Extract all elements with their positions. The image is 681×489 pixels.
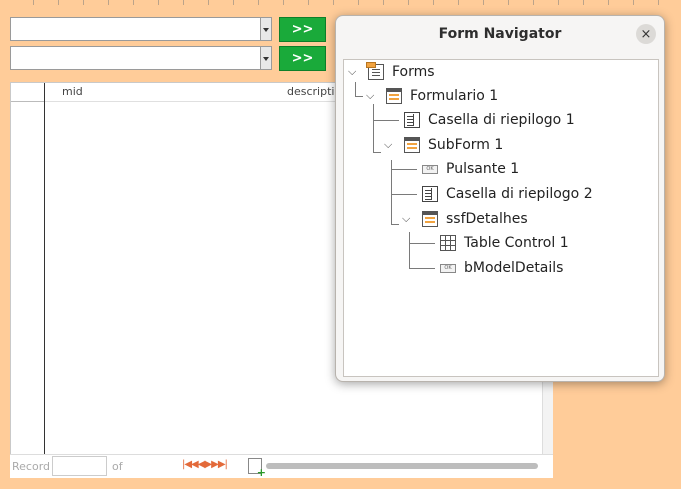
tree-item-label: bModelDetails (464, 260, 564, 276)
ruler-tick (483, 0, 484, 5)
ruler-tick (83, 0, 84, 5)
ruler-tick (433, 0, 434, 5)
tree-item-label: Formulario 1 (410, 88, 499, 104)
form-navigator-dialog: Form Navigator × ⌵ ⌵ ⌵ ⌵ Forms Formulari… (335, 15, 665, 382)
push-button-icon: OK (440, 263, 456, 273)
tree-item-bmodeldetails[interactable]: OK bModelDetails (440, 258, 563, 278)
ruler-tick (233, 0, 234, 5)
table-control-icon (440, 235, 456, 251)
ruler-tick (458, 0, 459, 5)
tree-item-label: Casella di riepilogo 1 (428, 112, 575, 128)
ruler-tick (608, 0, 609, 5)
record-nav-arrows-icon[interactable]: |◀◀◀▶▶▶| (182, 459, 228, 470)
tree-line (373, 120, 399, 121)
ruler-tick (183, 0, 184, 5)
combo-box-2[interactable] (10, 46, 272, 70)
ruler-tick (258, 0, 259, 5)
ruler-tick (108, 0, 109, 5)
go-button-1[interactable]: >> (279, 17, 326, 42)
ruler-tick (583, 0, 584, 5)
tree-item-forms[interactable]: Forms (366, 62, 435, 82)
tree-line (391, 194, 417, 195)
new-record-icon[interactable] (248, 458, 266, 479)
record-navigation-bar: Record of |◀◀◀▶▶▶| (10, 454, 553, 479)
column-header-description[interactable]: descriptio (287, 85, 341, 98)
form-icon (386, 88, 402, 104)
dialog-titlebar[interactable]: Form Navigator × (336, 16, 664, 52)
ruler-tick (133, 0, 134, 5)
ruler-tick (333, 0, 334, 5)
tree-item-label: ssfDetalhes (446, 211, 528, 227)
listbox-icon (404, 112, 420, 128)
top-ruler (0, 0, 681, 8)
tree-line (373, 152, 381, 153)
tree-line (355, 96, 363, 97)
ruler-tick (633, 0, 634, 5)
tree-item-ssfdetalhes[interactable]: ssfDetalhes (422, 209, 528, 229)
column-header-mid[interactable]: mid (62, 85, 83, 98)
tree-item-label: SubForm 1 (428, 137, 504, 153)
ruler-tick (558, 0, 559, 5)
combo-box-1[interactable] (10, 17, 272, 41)
ruler-tick (158, 0, 159, 5)
forms-icon (366, 62, 384, 80)
tree-line (391, 169, 417, 170)
tree-line (409, 232, 410, 268)
row-header-column (11, 83, 45, 455)
tree-item-formulario[interactable]: Formulario 1 (386, 86, 498, 106)
chevron-down-icon[interactable]: ⌵ (384, 138, 392, 152)
chevron-down-icon[interactable] (260, 18, 271, 40)
tree-line (391, 224, 399, 225)
ruler-tick (658, 0, 659, 5)
close-icon: × (640, 26, 652, 42)
tree-item-label: Table Control 1 (464, 235, 569, 251)
chevron-down-icon[interactable]: ⌵ (366, 89, 374, 103)
go-button-2[interactable]: >> (279, 46, 326, 71)
tree-line (373, 104, 374, 152)
chevron-down-icon[interactable] (260, 47, 271, 69)
tree-item-pulsante[interactable]: OK Pulsante 1 (422, 159, 519, 179)
ruler-tick (533, 0, 534, 5)
listbox-icon (422, 186, 438, 202)
ruler-tick (508, 0, 509, 5)
tree-item-casella-1[interactable]: Casella di riepilogo 1 (404, 110, 575, 130)
record-number-input[interactable] (52, 456, 107, 476)
ruler-tick (283, 0, 284, 5)
tree-line (355, 82, 356, 96)
ruler-tick (383, 0, 384, 5)
form-icon (404, 137, 420, 153)
tree-item-label: Pulsante 1 (446, 161, 520, 177)
tree-item-label: Casella di riepilogo 2 (446, 186, 593, 202)
horizontal-scrollbar[interactable] (266, 463, 538, 469)
tree-line (409, 243, 435, 244)
tree-item-subform[interactable]: SubForm 1 (404, 135, 503, 155)
tree-item-table-control[interactable]: Table Control 1 (440, 233, 569, 253)
chevron-down-icon[interactable]: ⌵ (348, 65, 356, 79)
dialog-title: Form Navigator (438, 26, 562, 42)
tree-item-label: Forms (392, 64, 435, 80)
ruler-tick (308, 0, 309, 5)
form-icon (422, 211, 438, 227)
record-label: Record (12, 460, 51, 473)
of-label: of (112, 460, 123, 473)
ruler-tick (208, 0, 209, 5)
ruler-tick (58, 0, 59, 5)
push-button-icon: OK (422, 164, 438, 174)
ruler-tick (408, 0, 409, 5)
navigator-tree[interactable]: ⌵ ⌵ ⌵ ⌵ Forms Formulario 1 Casella di ri… (343, 59, 659, 377)
tree-item-casella-2[interactable]: Casella di riepilogo 2 (422, 184, 593, 204)
ruler-tick (33, 0, 34, 5)
ruler-tick (358, 0, 359, 5)
close-button[interactable]: × (636, 24, 656, 44)
chevron-down-icon[interactable]: ⌵ (402, 212, 410, 226)
tree-line (409, 268, 435, 269)
row-header-corner[interactable] (11, 83, 44, 102)
